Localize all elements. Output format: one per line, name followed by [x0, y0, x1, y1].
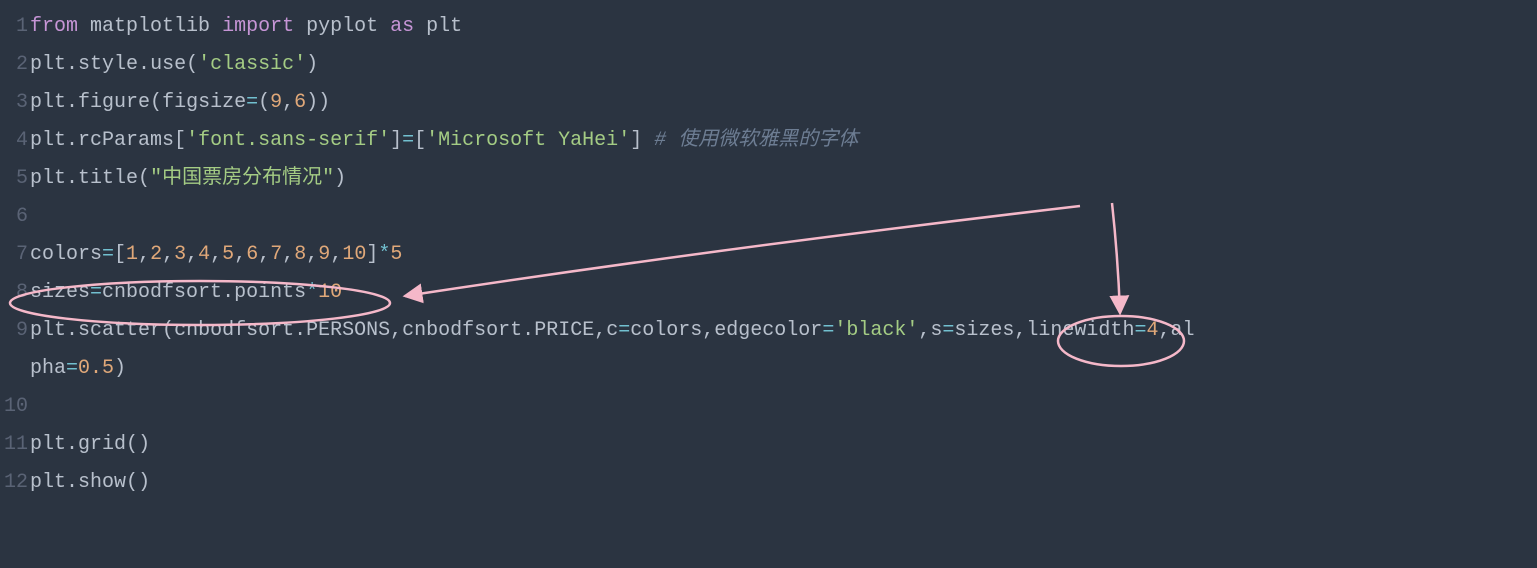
- code-content: colors=[1,2,3,4,5,6,7,8,9,10]*5: [30, 236, 402, 274]
- code-line[interactable]: 9 plt.scatter(cnbodfsort.PERSONS,cnbodfs…: [0, 312, 1537, 350]
- code-line[interactable]: 4 plt.rcParams['font.sans-serif']=['Micr…: [0, 122, 1537, 160]
- code-line[interactable]: 8 sizes=cnbodfsort.points*10: [0, 274, 1537, 312]
- line-number: 11: [0, 426, 30, 464]
- line-number: 10: [0, 388, 30, 426]
- code-content: plt.title("中国票房分布情况"): [30, 160, 346, 198]
- code-content: from matplotlib import pyplot as plt: [30, 8, 462, 46]
- code-content: plt.rcParams['font.sans-serif']=['Micros…: [30, 122, 858, 160]
- line-number: 3: [0, 84, 30, 122]
- code-content: plt.style.use('classic'): [30, 46, 318, 84]
- line-number: 6: [0, 198, 30, 236]
- code-content: sizes=cnbodfsort.points*10: [30, 274, 342, 312]
- line-number: 1: [0, 8, 30, 46]
- code-content: plt.show(): [30, 464, 150, 502]
- code-content: plt.figure(figsize=(9,6)): [30, 84, 330, 122]
- line-number: 12: [0, 464, 30, 502]
- line-number: 5: [0, 160, 30, 198]
- code-editor[interactable]: 1 from matplotlib import pyplot as plt 2…: [0, 8, 1537, 502]
- code-line[interactable]: 3 plt.figure(figsize=(9,6)): [0, 84, 1537, 122]
- code-line[interactable]: 11 plt.grid(): [0, 426, 1537, 464]
- code-line[interactable]: 5 plt.title("中国票房分布情况"): [0, 160, 1537, 198]
- line-number: 8: [0, 274, 30, 312]
- code-line[interactable]: 10: [0, 388, 1537, 426]
- code-line[interactable]: 2 plt.style.use('classic'): [0, 46, 1537, 84]
- line-number: 7: [0, 236, 30, 274]
- code-line-continuation[interactable]: pha=0.5): [0, 350, 1537, 388]
- code-content: plt.grid(): [30, 426, 150, 464]
- line-number: 4: [0, 122, 30, 160]
- code-content: pha=0.5): [30, 350, 126, 388]
- code-line[interactable]: 7 colors=[1,2,3,4,5,6,7,8,9,10]*5: [0, 236, 1537, 274]
- code-line[interactable]: 12 plt.show(): [0, 464, 1537, 502]
- code-line[interactable]: 1 from matplotlib import pyplot as plt: [0, 8, 1537, 46]
- code-content: plt.scatter(cnbodfsort.PERSONS,cnbodfsor…: [30, 312, 1195, 350]
- code-line[interactable]: 6: [0, 198, 1537, 236]
- line-number: 2: [0, 46, 30, 84]
- line-number: 9: [0, 312, 30, 350]
